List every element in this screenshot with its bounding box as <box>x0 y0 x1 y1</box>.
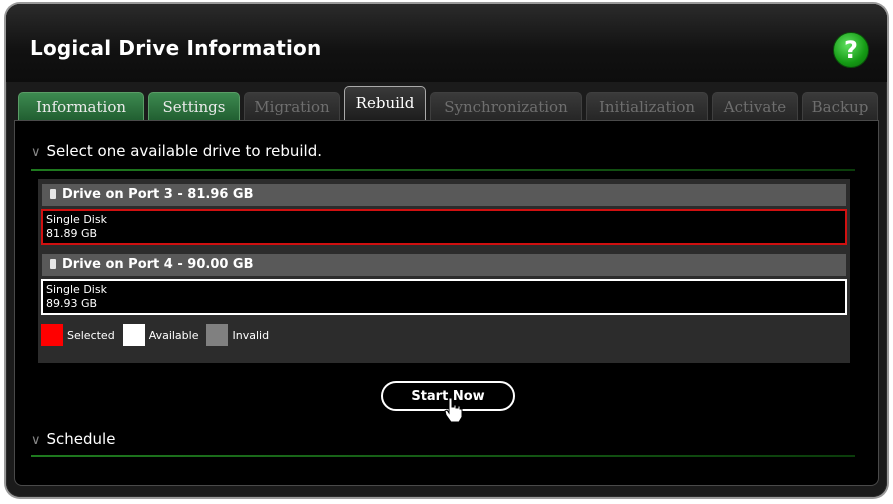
drive-port4-option[interactable]: Single Disk 89.93 GB <box>41 279 847 315</box>
tab-information[interactable]: Information <box>18 92 144 120</box>
help-icon[interactable]: ? <box>833 32 869 68</box>
collapse-chevron-icon: ∨ <box>31 433 41 448</box>
window-title: Logical Drive Information <box>30 36 322 60</box>
schedule-title: Schedule <box>46 430 116 448</box>
tab-backup: Backup <box>802 92 878 120</box>
drive-port3-option[interactable]: Single Disk 81.89 GB <box>41 209 847 245</box>
drive-port4-title: Drive on Port 4 - 90.00 GB <box>62 257 254 272</box>
tab-migration: Migration <box>244 92 340 120</box>
legend-selected-swatch <box>41 324 63 346</box>
rebuild-content: ∨ Select one available drive to rebuild. … <box>14 120 879 486</box>
tab-rebuild[interactable]: Rebuild <box>344 86 426 120</box>
tab-settings[interactable]: Settings <box>148 92 240 120</box>
legend-selected-label: Selected <box>67 328 115 342</box>
schedule-divider <box>31 455 855 457</box>
drive-port3-header: Drive on Port 3 - 81.96 GB <box>42 184 846 206</box>
select-drive-title: Select one available drive to rebuild. <box>46 142 322 160</box>
section-divider <box>31 169 855 171</box>
drive-port4-header: Drive on Port 4 - 90.00 GB <box>42 254 846 276</box>
status-legend: Selected Available Invalid <box>41 323 277 347</box>
legend-invalid-label: Invalid <box>232 328 270 342</box>
drive-port4-size: 89.93 GB <box>46 297 98 310</box>
logical-drive-window: Logical Drive Information ? Information … <box>6 4 887 497</box>
drive-icon <box>50 259 56 269</box>
legend-invalid-swatch <box>206 324 229 346</box>
collapse-chevron-icon: ∨ <box>31 145 41 160</box>
drive-port3-type: Single Disk <box>46 213 107 226</box>
tab-activate: Activate <box>712 92 798 120</box>
legend-available-swatch <box>122 324 145 346</box>
schedule-header[interactable]: ∨ Schedule <box>31 427 115 451</box>
drive-list-panel: Drive on Port 3 - 81.96 GB Single Disk 8… <box>38 179 850 363</box>
drive-port4-type: Single Disk <box>46 283 107 296</box>
hand-cursor-icon <box>444 397 463 423</box>
drive-icon <box>50 189 56 199</box>
select-drive-header[interactable]: ∨ Select one available drive to rebuild. <box>31 139 322 163</box>
drive-port3-title: Drive on Port 3 - 81.96 GB <box>62 187 254 202</box>
legend-available-label: Available <box>148 328 199 342</box>
tab-initialization: Initialization <box>586 92 708 120</box>
tab-synchronization: Synchronization <box>430 92 582 120</box>
drive-port3-size: 81.89 GB <box>46 227 98 240</box>
